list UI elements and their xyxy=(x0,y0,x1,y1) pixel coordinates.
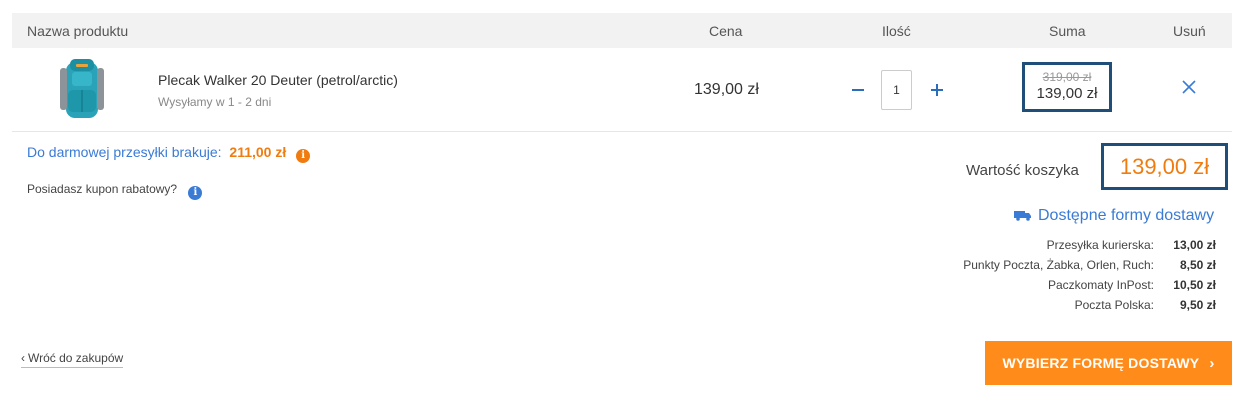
free-shipping-label: Do darmowej przesyłki brakuje: xyxy=(27,144,222,160)
item-sum-highlight: 319,00 zł 139,00 zł xyxy=(1022,62,1112,112)
product-name-link[interactable]: Plecak Walker 20 Deuter (petrol/arctic) xyxy=(158,72,398,88)
delivery-option: Przesyłka kurierska: 13,00 zł xyxy=(900,236,1218,256)
sum-old-price: 319,00 zł xyxy=(1042,70,1092,84)
cart-value-label: Wartość koszyka xyxy=(966,162,1079,179)
delivery-options-list: Przesyłka kurierska: 13,00 zł Punkty Poc… xyxy=(900,236,1218,316)
delivery-title[interactable]: Dostępne formy dostawy xyxy=(1038,207,1214,224)
unit-price: 139,00 zł xyxy=(694,81,759,98)
choose-delivery-button[interactable]: WYBIERZ FORMĘ DOSTAWY › xyxy=(985,341,1232,385)
truck-icon xyxy=(1014,211,1031,221)
header-sum: Suma xyxy=(1049,23,1086,39)
delivery-option-price: 10,50 zł xyxy=(1173,278,1216,292)
delivery-option-name: Punkty Poczta, Żabka, Orlen, Ruch: xyxy=(963,258,1154,272)
back-link-label[interactable]: Wróć do zakupów xyxy=(28,351,123,365)
delivery-option-name: Przesyłka kurierska: xyxy=(1046,238,1154,252)
delivery-option-name: Paczkomaty InPost: xyxy=(1047,278,1154,292)
backpack-image[interactable] xyxy=(52,56,112,124)
quantity-decrease-button[interactable] xyxy=(850,78,866,102)
delivery-options-link[interactable]: Dostępne formy dostawy xyxy=(1014,207,1214,225)
delivery-option-price: 9,50 zł xyxy=(1179,298,1216,312)
delivery-option-price: 13,00 zł xyxy=(1173,238,1216,252)
quantity-input[interactable] xyxy=(881,70,912,110)
shipping-time: Wysyłamy w 1 - 2 dni xyxy=(158,95,272,109)
header-product: Nazwa produktu xyxy=(27,23,129,39)
delivery-option-price: 8,50 zł xyxy=(1179,258,1216,272)
free-shipping-amount: 211,00 zł xyxy=(229,144,287,160)
coupon-prompt[interactable]: Posiadasz kupon rabatowy? i xyxy=(27,182,203,200)
cart-item-row: Plecak Walker 20 Deuter (petrol/arctic) … xyxy=(12,48,1232,132)
cart-table-header: Nazwa produktu Cena Ilość Suma Usuń xyxy=(12,13,1232,48)
header-quantity: Ilość xyxy=(882,23,911,39)
plus-icon xyxy=(931,84,943,96)
delivery-option: Poczta Polska: 9,50 zł xyxy=(900,296,1218,316)
cart-value-total: 139,00 zł xyxy=(1101,143,1228,190)
minus-icon xyxy=(852,89,864,91)
close-icon xyxy=(1182,80,1196,94)
sum-new-price: 139,00 zł xyxy=(1036,85,1098,102)
chevron-right-icon: › xyxy=(1209,355,1215,372)
back-to-shopping-link[interactable]: ‹ Wróć do zakupów xyxy=(21,351,124,368)
info-icon[interactable]: i xyxy=(296,149,311,163)
coupon-label[interactable]: Posiadasz kupon rabatowy? xyxy=(27,182,177,196)
free-shipping-notice: Do darmowej przesyłki brakuje: 211,00 zł… xyxy=(27,144,311,163)
delivery-option: Paczkomaty InPost: 10,50 zł xyxy=(900,276,1218,296)
delivery-option-name: Poczta Polska: xyxy=(1074,298,1154,312)
header-price: Cena xyxy=(709,23,743,39)
remove-item-button[interactable] xyxy=(1180,78,1198,96)
quantity-increase-button[interactable] xyxy=(928,78,946,102)
choose-delivery-label[interactable]: WYBIERZ FORMĘ DOSTAWY xyxy=(1002,355,1199,371)
delivery-option: Punkty Poczta, Żabka, Orlen, Ruch: 8,50 … xyxy=(900,256,1218,276)
header-remove: Usuń xyxy=(1173,23,1206,39)
info-icon[interactable]: i xyxy=(188,186,203,200)
chevron-left-icon: ‹ xyxy=(21,351,25,365)
